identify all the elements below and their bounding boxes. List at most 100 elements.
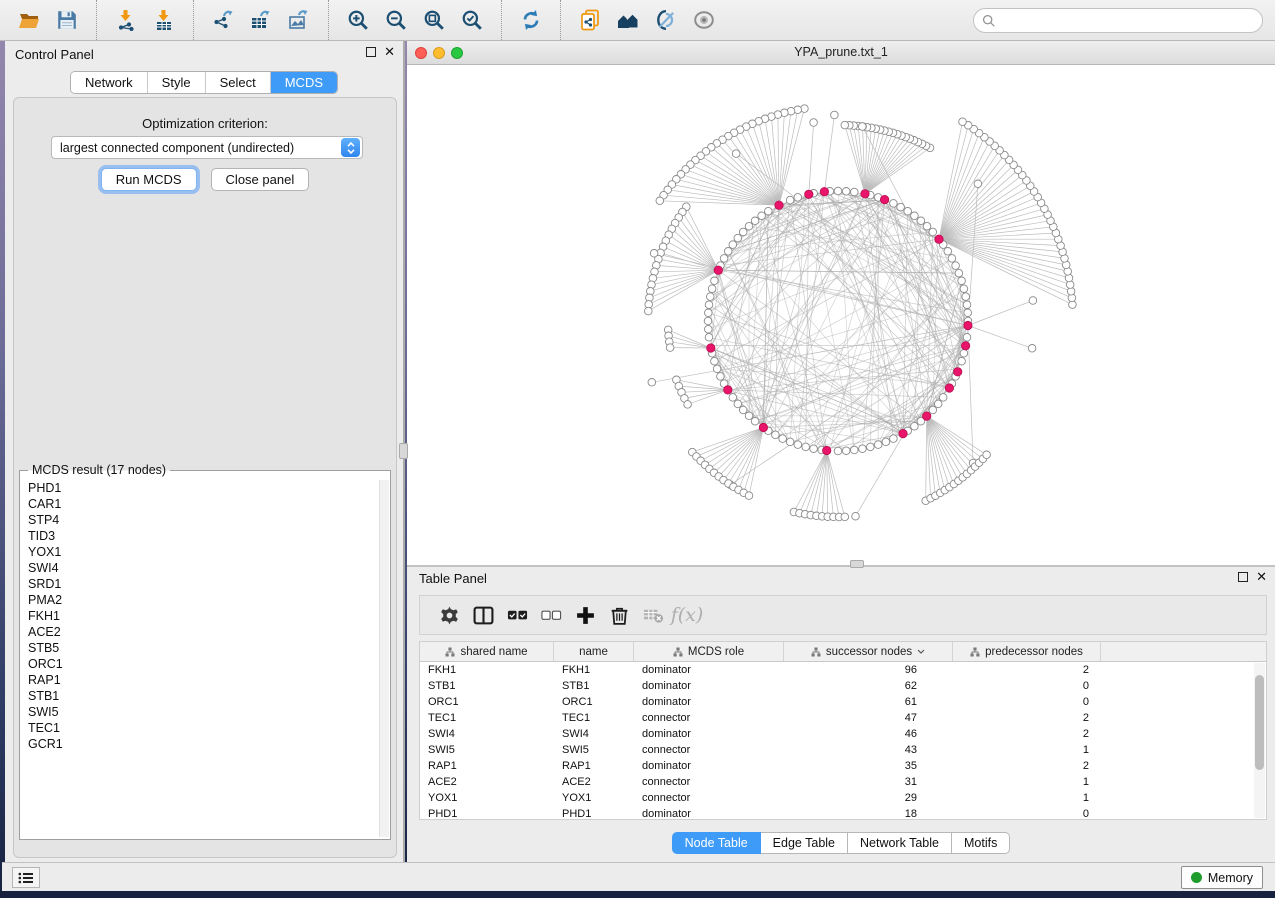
column-header-name[interactable]: name xyxy=(554,642,634,661)
mcds-result-item[interactable]: CAR1 xyxy=(22,496,378,512)
search-icon xyxy=(982,14,996,28)
tab-network[interactable]: Network xyxy=(71,72,147,93)
mcds-result-item[interactable]: PMA2 xyxy=(22,592,378,608)
deselect-all-icon[interactable] xyxy=(534,600,568,630)
add-row-icon[interactable] xyxy=(568,600,602,630)
tab-node-table[interactable]: Node Table xyxy=(672,832,761,854)
mcds-result-item[interactable]: RAP1 xyxy=(22,672,378,688)
select-all-icon[interactable] xyxy=(500,600,534,630)
network-canvas[interactable] xyxy=(407,65,1275,565)
table-cell: 0 xyxy=(953,694,1101,710)
network-titlebar: YPA_prune.txt_1 xyxy=(407,41,1275,65)
export-table-icon[interactable] xyxy=(246,6,276,34)
close-panel-icon[interactable]: ✕ xyxy=(384,47,395,57)
mcds-result-item[interactable]: SWI4 xyxy=(22,560,378,576)
table-cell: RAP1 xyxy=(420,758,554,774)
hide-graphics-details-icon[interactable] xyxy=(651,6,681,34)
close-panel-button[interactable]: Close panel xyxy=(211,168,310,191)
mcds-result-item[interactable]: STB5 xyxy=(22,640,378,656)
table-divider-handle[interactable] xyxy=(850,560,864,568)
table-row[interactable]: TEC1TEC1connector472 xyxy=(420,710,1266,726)
control-panel-tabs: NetworkStyleSelectMCDS xyxy=(70,71,338,94)
settings-icon[interactable] xyxy=(432,600,466,630)
mcds-result-item[interactable]: PHD1 xyxy=(22,480,378,496)
memory-button[interactable]: Memory xyxy=(1181,866,1263,889)
mcds-result-item[interactable]: TID3 xyxy=(22,528,378,544)
show-all-networks-icon[interactable] xyxy=(613,6,643,34)
search-box[interactable] xyxy=(973,8,1263,33)
control-panel: Control Panel ✕ NetworkStyleSelectMCDS O… xyxy=(5,41,405,862)
table-cell: TEC1 xyxy=(554,710,634,726)
table-float-icon[interactable] xyxy=(1238,572,1248,582)
task-history-button[interactable] xyxy=(12,867,40,888)
list-icon xyxy=(18,872,34,884)
mcds-result-item[interactable]: TEC1 xyxy=(22,720,378,736)
mcds-result-item[interactable]: SWI5 xyxy=(22,704,378,720)
table-cell: PHD1 xyxy=(554,806,634,820)
mcds-result-item[interactable]: YOX1 xyxy=(22,544,378,560)
tab-style[interactable]: Style xyxy=(147,72,205,93)
show-columns-icon[interactable] xyxy=(466,600,500,630)
mcds-result-item[interactable]: STB1 xyxy=(22,688,378,704)
zoom-out-icon[interactable] xyxy=(381,6,411,34)
table-row[interactable]: SWI5SWI5connector431 xyxy=(420,742,1266,758)
tab-network-table[interactable]: Network Table xyxy=(848,832,952,854)
zoom-fit-icon[interactable] xyxy=(419,6,449,34)
table-cell: dominator xyxy=(634,806,784,820)
open-session-icon[interactable] xyxy=(14,6,44,34)
mcds-result-item[interactable]: ACE2 xyxy=(22,624,378,640)
table-row[interactable]: ORC1ORC1dominator610 xyxy=(420,694,1266,710)
tab-motifs[interactable]: Motifs xyxy=(952,832,1010,854)
tab-mcds[interactable]: MCDS xyxy=(270,72,337,93)
column-header-MCDS-role[interactable]: MCDS role xyxy=(634,642,784,661)
import-network-icon[interactable] xyxy=(111,6,141,34)
column-header-successor-nodes[interactable]: successor nodes xyxy=(784,642,953,661)
table-cell: STB1 xyxy=(554,678,634,694)
mcds-result-item[interactable]: SRD1 xyxy=(22,576,378,592)
table-cell: 43 xyxy=(784,742,953,758)
mcds-result-item[interactable]: ORC1 xyxy=(22,656,378,672)
table-cell: 96 xyxy=(784,662,953,678)
export-network-icon[interactable] xyxy=(208,6,238,34)
table-row[interactable]: SWI4SWI4dominator462 xyxy=(420,726,1266,742)
result-scrollbar[interactable] xyxy=(379,480,389,837)
memory-status-icon xyxy=(1191,872,1202,883)
column-header-predecessor-nodes[interactable]: predecessor nodes xyxy=(953,642,1101,661)
table-cell: 0 xyxy=(953,678,1101,694)
table-row[interactable]: PHD1PHD1dominator180 xyxy=(420,806,1266,820)
table-row[interactable]: RAP1RAP1dominator352 xyxy=(420,758,1266,774)
delete-row-icon[interactable] xyxy=(602,600,636,630)
mcds-result-item[interactable]: FKH1 xyxy=(22,608,378,624)
clone-network-icon[interactable] xyxy=(575,6,605,34)
table-close-icon[interactable]: ✕ xyxy=(1256,572,1267,582)
mcds-tab-content: Optimization criterion: largest connecte… xyxy=(13,97,397,858)
table-row[interactable]: ACE2ACE2connector311 xyxy=(420,774,1266,790)
table-row[interactable]: YOX1YOX1connector291 xyxy=(420,790,1266,806)
search-input[interactable] xyxy=(1002,14,1254,28)
table-row[interactable]: FKH1FKH1dominator962 xyxy=(420,662,1266,678)
zoom-in-icon[interactable] xyxy=(343,6,373,34)
float-panel-icon[interactable] xyxy=(366,47,376,57)
column-header-filler xyxy=(1101,642,1264,661)
import-table-icon[interactable] xyxy=(149,6,179,34)
tab-edge-table[interactable]: Edge Table xyxy=(761,832,848,854)
zoom-selected-icon[interactable] xyxy=(457,6,487,34)
optimization-criterion-select[interactable]: largest connected component (undirected) xyxy=(51,136,363,159)
panel-divider-handle[interactable] xyxy=(399,443,408,459)
save-session-icon[interactable] xyxy=(52,6,82,34)
run-mcds-button[interactable]: Run MCDS xyxy=(101,168,197,191)
export-image-icon[interactable] xyxy=(284,6,314,34)
table-cell: 2 xyxy=(953,710,1101,726)
control-panel-title: Control Panel xyxy=(15,47,94,62)
table-scrollbar[interactable] xyxy=(1254,663,1265,818)
refresh-layout-icon[interactable] xyxy=(516,6,546,34)
table-cell: SWI4 xyxy=(554,726,634,742)
tab-select[interactable]: Select xyxy=(205,72,270,93)
column-header-shared-name[interactable]: shared name xyxy=(420,642,554,661)
mcds-result-item[interactable]: STP4 xyxy=(22,512,378,528)
show-graphics-details-icon[interactable] xyxy=(689,6,719,34)
mcds-result-item[interactable]: GCR1 xyxy=(22,736,378,752)
table-cell: SWI5 xyxy=(554,742,634,758)
table-row[interactable]: STB1STB1dominator620 xyxy=(420,678,1266,694)
table-cell: 1 xyxy=(953,774,1101,790)
